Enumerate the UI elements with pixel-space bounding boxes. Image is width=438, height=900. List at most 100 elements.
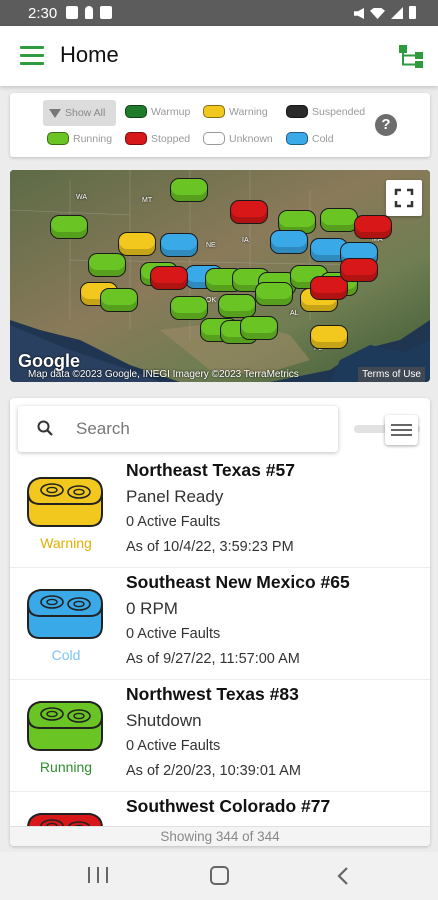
well-status: Cold (51, 647, 81, 663)
well-name: Northwest Texas #83 (126, 684, 299, 704)
fullscreen-button[interactable] (386, 180, 422, 216)
legend-label: Suspended (312, 105, 366, 118)
legend-filter-warmup[interactable]: Warmup (125, 105, 190, 118)
legend-label: Warmup (151, 105, 191, 118)
well-list-item[interactable]: Running Northwest Texas #83 Shutdown 0 A… (10, 680, 430, 792)
notification-icons (66, 6, 112, 19)
home-button[interactable] (210, 866, 229, 885)
legend-filter-unknown[interactable]: Unknown (203, 132, 273, 145)
well-timestamp: As of 9/27/22, 11:57:00 AM (126, 651, 300, 667)
page-title: Home (60, 42, 119, 67)
map-state-label: IA (242, 237, 249, 244)
legend-filter-warning[interactable]: Warning (203, 105, 268, 118)
map-state-label: MT (142, 197, 153, 204)
result-count: Showing 344 of 344 (10, 826, 430, 846)
app-bar: Home (0, 26, 438, 86)
map-attribution: Map data ©2023 Google, INEGI Imagery ©20… (28, 369, 299, 380)
search-icon (37, 420, 53, 436)
well-detail: 0 RPM (126, 599, 178, 618)
well-marker[interactable] (50, 215, 88, 239)
legend-label: Unknown (229, 132, 273, 145)
well-marker[interactable] (340, 258, 378, 282)
well-detail: Shutdown (126, 711, 202, 730)
app-notification-icon (100, 6, 112, 19)
map-state-label: NE (206, 242, 216, 249)
help-icon[interactable]: ? (375, 114, 397, 136)
person-notification-icon (85, 6, 93, 19)
status-filter-legend: Show All Warmup Warning Suspended Runnin… (10, 93, 430, 157)
filter-icon (49, 108, 61, 118)
system-nav-bar (0, 852, 438, 900)
well-marker[interactable] (240, 316, 278, 340)
pump-icon (286, 105, 308, 118)
well-marker[interactable] (320, 208, 358, 232)
pump-status-icon (27, 477, 103, 527)
well-marker[interactable] (170, 296, 208, 320)
well-marker[interactable] (270, 230, 308, 254)
mute-icon (354, 8, 364, 19)
well-status: Running (39, 759, 93, 775)
well-timestamp: As of 10/4/22, 3:59:23 PM (126, 539, 294, 555)
well-list-item[interactable]: Warning Northeast Texas #57 Panel Ready … (10, 456, 430, 568)
map-terms-link[interactable]: Terms of Use (358, 367, 425, 382)
system-icons (354, 6, 416, 19)
well-faults: 0 Active Faults (126, 738, 221, 754)
fullscreen-icon (394, 188, 414, 208)
legend-filter-stopped[interactable]: Stopped (125, 132, 190, 145)
legend-filter-suspended[interactable]: Suspended (286, 105, 365, 118)
search-input[interactable] (76, 416, 316, 442)
search-bar (18, 406, 338, 452)
pump-icon (125, 132, 147, 145)
well-name: Southwest Colorado #77 (126, 796, 331, 816)
hamburger-menu-icon[interactable] (20, 46, 44, 66)
well-list-card: Warning Northeast Texas #57 Panel Ready … (10, 398, 430, 846)
pump-icon (203, 132, 225, 145)
pump-icon (203, 105, 225, 118)
well-marker[interactable] (150, 266, 188, 290)
well-marker[interactable] (230, 200, 268, 224)
map-state-label: AL (290, 310, 299, 317)
pump-icon (125, 105, 147, 118)
status-time: 2:30 (28, 5, 58, 22)
well-marker[interactable] (170, 178, 208, 202)
list-menu-button[interactable] (385, 415, 418, 445)
image-notification-icon (66, 6, 78, 19)
pump-status-icon (27, 701, 103, 751)
well-marker[interactable] (88, 253, 126, 277)
legend-label: Stopped (151, 132, 191, 145)
map-state-label: WA (76, 194, 88, 201)
show-all-filter[interactable]: Show All (43, 100, 116, 126)
well-marker[interactable] (354, 215, 392, 239)
battery-icon (409, 6, 416, 19)
well-name: Southeast New Mexico #65 (126, 572, 350, 592)
pump-icon (47, 132, 69, 145)
legend-label: Warning (229, 105, 268, 118)
well-status: Warning (40, 535, 92, 551)
legend-label: Cold (312, 132, 334, 145)
well-faults: 0 Active Faults (126, 514, 221, 530)
recents-button[interactable] (88, 867, 108, 883)
well-list: Warning Northeast Texas #57 Panel Ready … (10, 456, 430, 846)
well-marker[interactable] (118, 232, 156, 256)
wifi-icon (370, 8, 385, 19)
well-timestamp: As of 2/20/23, 10:39:01 AM (126, 763, 301, 779)
legend-filter-cold[interactable]: Cold (286, 132, 334, 145)
well-list-item[interactable]: Cold Southeast New Mexico #65 0 RPM 0 Ac… (10, 568, 430, 680)
show-all-label: Show All (65, 107, 106, 119)
legend-label: Running (73, 132, 113, 145)
well-marker[interactable] (100, 288, 138, 312)
pump-status-icon (27, 589, 103, 639)
pump-icon (286, 132, 308, 145)
well-faults: 0 Active Faults (126, 626, 221, 642)
well-detail: Panel Ready (126, 487, 224, 506)
back-icon[interactable] (336, 866, 350, 886)
legend-filter-running[interactable]: Running (47, 132, 112, 145)
well-marker[interactable] (218, 294, 256, 318)
well-name: Northeast Texas #57 (126, 460, 295, 480)
well-map[interactable]: WA MT NE IA MA KS CO OK LA AL FL Google … (10, 170, 430, 382)
well-marker[interactable] (310, 325, 348, 349)
hierarchy-icon[interactable] (398, 43, 424, 69)
well-marker[interactable] (255, 282, 293, 306)
status-bar: 2:30 (0, 0, 438, 26)
well-marker[interactable] (160, 233, 198, 257)
